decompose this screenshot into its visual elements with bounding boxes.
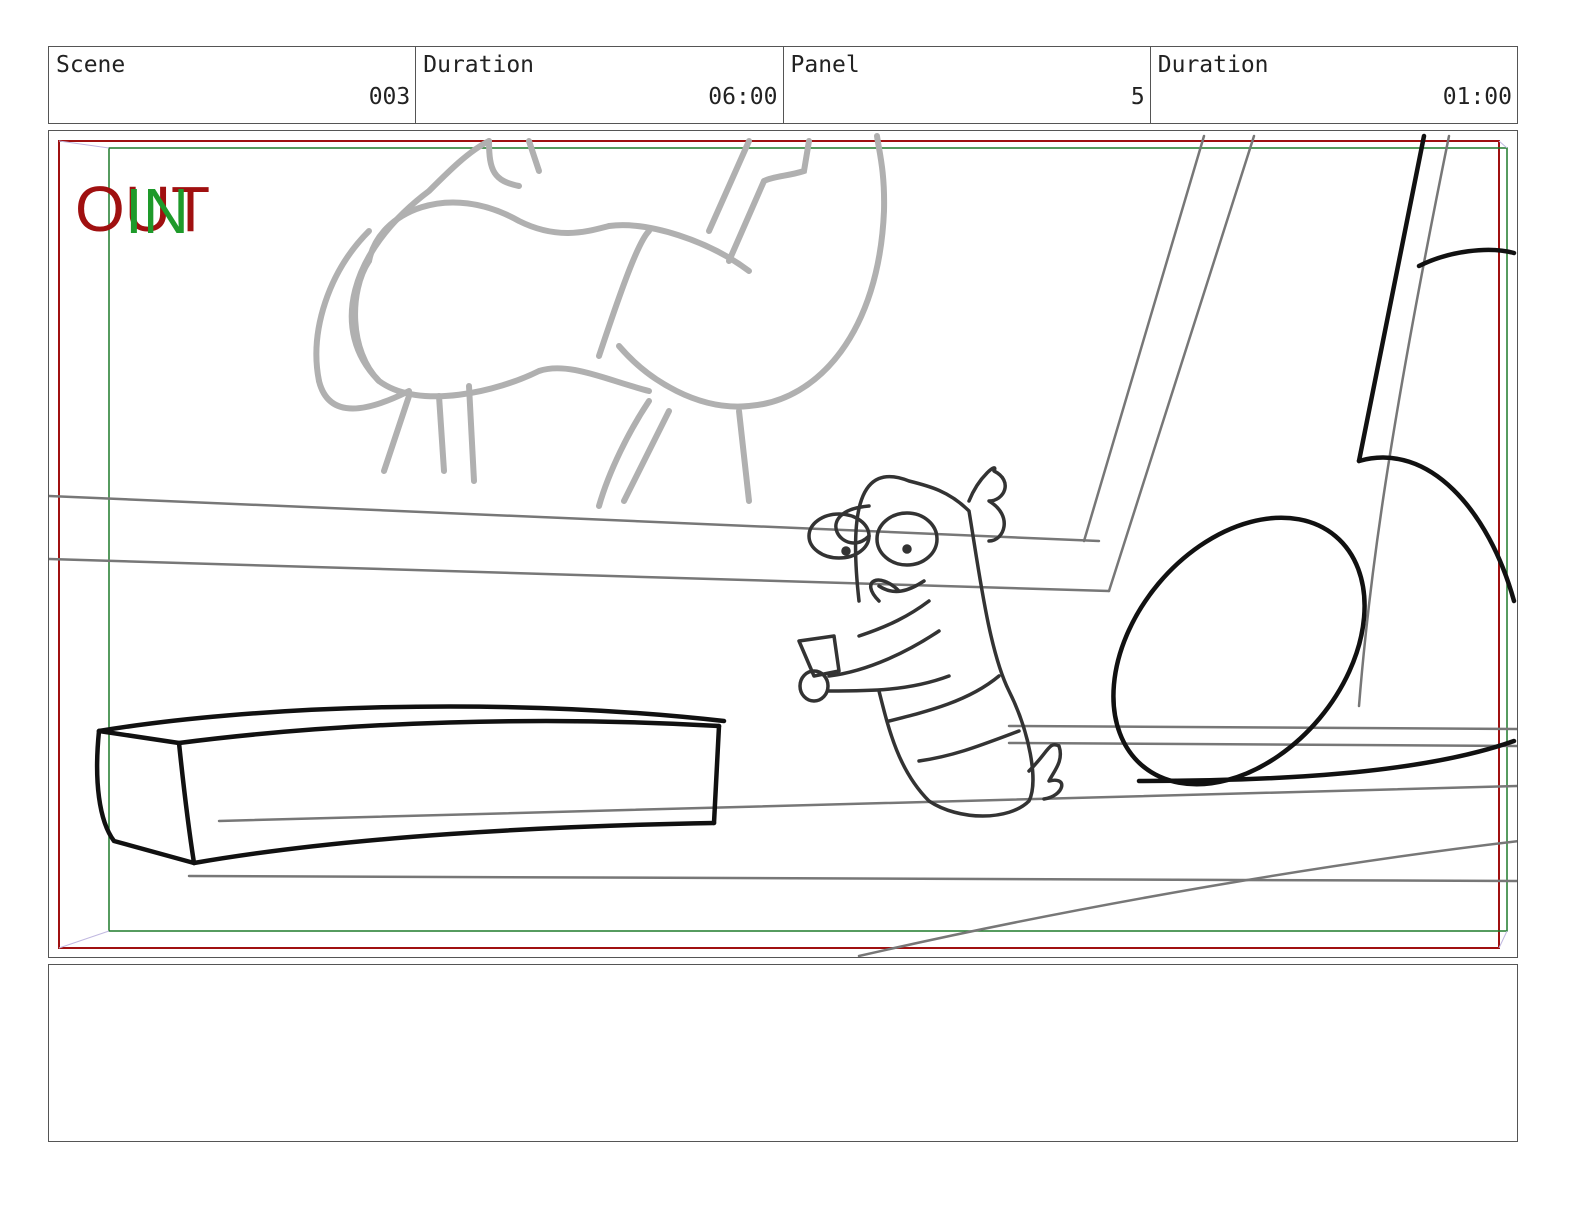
panel-duration-label: Duration [1157,52,1269,78]
window-frame-lines [49,134,1517,957]
bench-sketch [94,704,727,866]
panel-label: Panel [790,52,860,78]
panel-notes-area[interactable] [48,964,1518,1142]
background-character-sketch [313,133,888,509]
scene-duration-label: Duration [423,52,535,78]
panel-drawing: OUT IN [49,133,1517,957]
panel-value: 5 [1130,84,1145,110]
panel-cell: Panel 5 [784,47,1151,123]
scene-cell: Scene 003 [49,47,417,123]
scene-duration-cell: Duration 06:00 [416,47,784,123]
corner-guides [58,140,1508,949]
panel-duration-cell: Duration 01:00 [1151,47,1517,123]
scene-duration-value: 06:00 [708,84,778,110]
panel-info-header: Scene 003 Duration 06:00 Panel 5 Duratio… [48,46,1518,124]
scene-label: Scene [56,52,126,78]
storyboard-panel: OUT IN [48,130,1518,958]
panel-duration-value: 01:00 [1442,84,1512,110]
in-label: IN [125,175,189,247]
worm-character-sketch [797,466,1064,818]
scene-value: 003 [368,84,411,110]
out-frame-guide [58,140,1500,949]
